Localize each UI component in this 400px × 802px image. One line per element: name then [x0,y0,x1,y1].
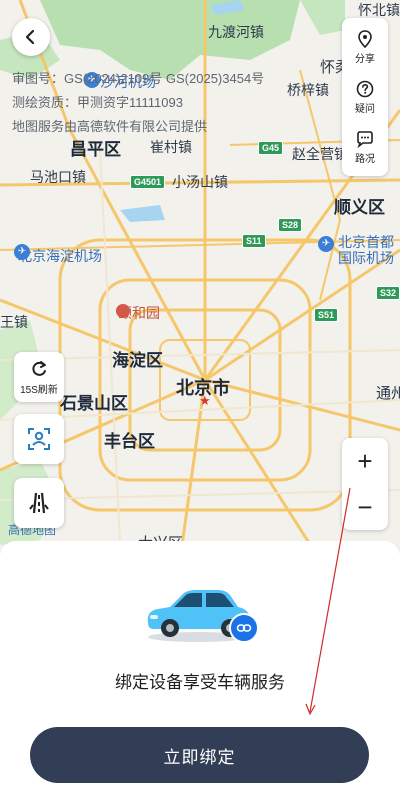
road-button[interactable] [14,478,64,528]
question-icon [356,80,374,97]
person-locate-icon [28,428,50,450]
traffic-button[interactable]: 路况 [342,122,388,172]
refresh-label: 15S刷新 [20,384,58,396]
refresh-icon [32,360,46,376]
place-label: 赵全营镇 [292,146,348,162]
place-label: 马池口镇 [30,169,86,185]
highway-shield: G4501 [130,175,166,189]
airport-label: 北京海淀机场 [18,248,102,264]
map-approval-notice: 审图号：GS(2024)2109号 GS(2025)3454号 [12,71,265,86]
place-label: 顺义区 [334,198,385,217]
link-badge [229,613,259,643]
link-icon [236,624,252,632]
bind-device-tagline: 绑定设备享受车辆服务 [115,673,285,692]
back-button[interactable] [12,18,50,56]
zoom-in-button[interactable]: + [342,438,388,484]
scenic-poi-icon [116,304,130,318]
capital-star-icon: ★ [199,393,211,408]
place-label: 王镇 [0,314,28,330]
bind-now-button[interactable]: 立即绑定 [30,727,369,783]
airport-icon: ✈ [14,244,30,260]
place-label: 怀北镇 [358,2,400,18]
place-label: 崔村镇 [150,139,192,155]
place-label: 石景山区 [60,394,128,413]
highway-shield: S28 [278,218,303,232]
place-label: 丰台区 [104,432,155,451]
question-button[interactable]: 疑问 [342,72,388,122]
road-icon [29,492,49,514]
place-label: 通州 [376,385,400,402]
share-button[interactable]: 分享 [342,22,388,72]
traffic-label: 路况 [355,153,375,165]
map-view[interactable]: 怀北镇 九渡河镇 怀柔 桥梓镇 昌平区 崔村镇 赵全营镇 马池口镇 小汤山镇 顺… [0,0,400,560]
zoom-out-button[interactable]: − [342,484,388,530]
place-label: 桥梓镇 [287,82,329,98]
place-label: 小汤山镇 [172,174,228,190]
chevron-left-icon [25,29,35,45]
map-approval-notice: 地图服务由高德软件有限公司提供 [12,119,208,134]
highway-shield: S51 [314,308,339,322]
share-label: 分享 [355,53,375,65]
map-tools-panel: 分享 疑问 路况 [342,18,388,176]
map-approval-notice: 测绘资质：甲测资字11111093 [12,95,183,110]
highway-shield: G45 [258,141,284,155]
question-label: 疑问 [355,103,375,115]
traffic-chat-icon [357,130,373,148]
airport-icon: ✈ [318,236,334,252]
place-label: 九渡河镇 [208,24,264,40]
place-label: 海淀区 [112,351,163,370]
airport-label: 国际机场 [338,250,394,266]
zoom-control: + − [342,438,388,530]
place-label: 昌平区 [70,140,121,159]
location-pin-icon [358,29,372,48]
highway-shield: S32 [376,286,400,300]
locate-person-button[interactable] [14,414,64,464]
highway-shield: S11 [242,234,266,248]
refresh-button[interactable]: 15S刷新 [14,352,64,402]
